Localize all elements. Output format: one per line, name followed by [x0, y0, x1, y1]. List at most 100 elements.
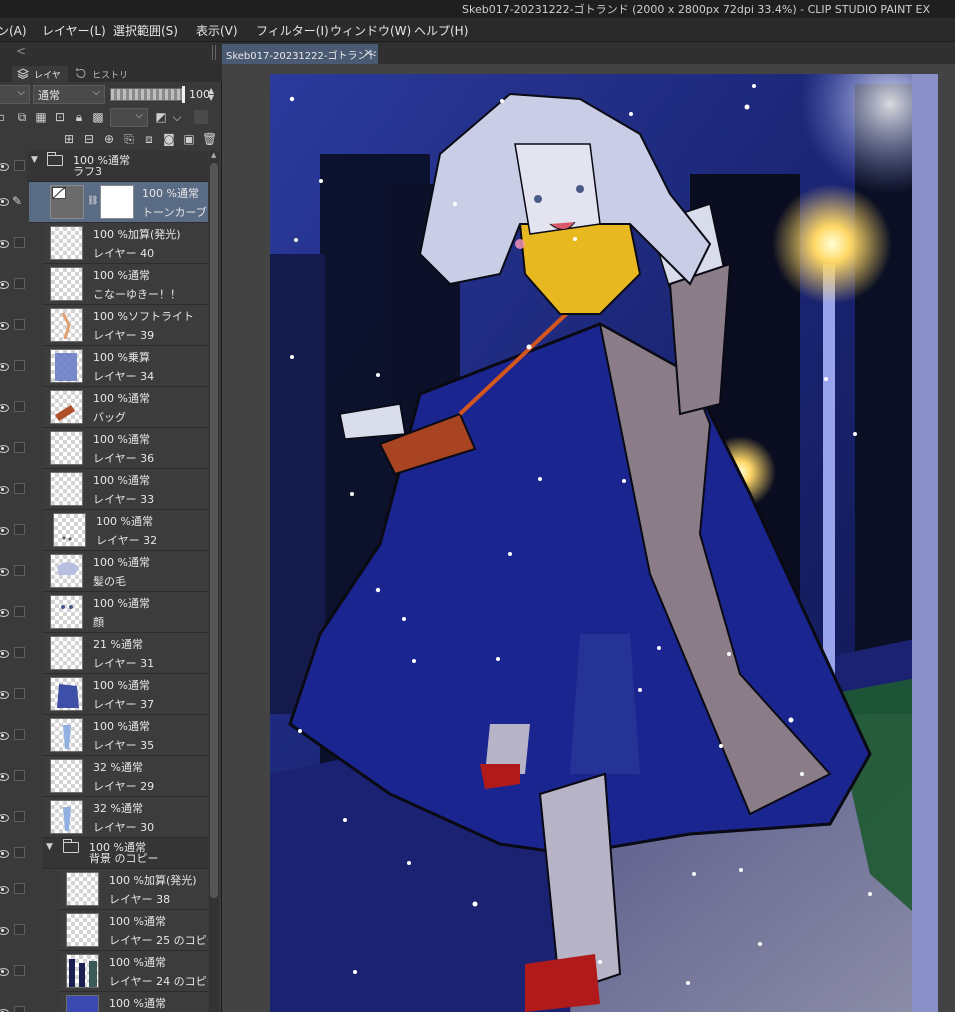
eye-icon[interactable]: [0, 402, 9, 412]
layer-row-content[interactable]: 100 %通常 レイヤー 24 のコピー: [59, 951, 208, 992]
folder-row[interactable]: ▼ 100 %通常 ラフ3: [0, 151, 208, 182]
layer-row-content[interactable]: 100 %通常 髪の毛: [43, 551, 208, 592]
new-folder-icon[interactable]: ⊕: [102, 132, 116, 146]
trash-icon[interactable]: 🗑︎: [202, 132, 217, 146]
layer-row[interactable]: 100 %乗算 レイヤー 34: [0, 346, 208, 387]
menu-filter[interactable]: フィルター(I): [256, 22, 329, 39]
lock-transparency-icon[interactable]: ▩: [91, 110, 105, 124]
layer-row-content[interactable]: 100 %通常 レイヤー 35: [43, 715, 208, 756]
folder-row-content[interactable]: ▼ 100 %通常 背景 のコピー: [43, 838, 208, 869]
layer-row-content[interactable]: 100 %通常 レイヤー 37: [43, 674, 208, 715]
layer-lock-checkbox[interactable]: [14, 965, 25, 976]
eye-icon[interactable]: [0, 648, 9, 658]
layer-row[interactable]: 100 %通常 髪の毛: [0, 551, 208, 592]
layer-row[interactable]: 100 %通常 レイヤー 33: [0, 469, 208, 510]
layer-row-content[interactable]: 100 %通常顔: [43, 592, 208, 633]
chevron-down-icon[interactable]: ▼: [31, 155, 38, 165]
eye-icon[interactable]: [0, 238, 9, 248]
layer-lock-checkbox[interactable]: [14, 278, 25, 289]
reference-layer-icon[interactable]: ⧉: [15, 110, 29, 124]
layer-row[interactable]: 100 %加算(発光) レイヤー 40: [0, 223, 208, 264]
menu-help[interactable]: ヘルプ(H): [414, 22, 468, 39]
layer-row[interactable]: 100 %通常 レイヤー 25 のコピー: [0, 910, 208, 951]
combine-layer-icon[interactable]: ⧈: [142, 132, 156, 146]
new-vector-layer-icon[interactable]: ⊟: [82, 132, 96, 146]
layer-lock-checkbox[interactable]: [14, 883, 25, 894]
layer-lock-checkbox[interactable]: [14, 1006, 25, 1012]
layer-lock-checkbox[interactable]: [14, 237, 25, 248]
eye-icon[interactable]: [0, 196, 9, 206]
layer-lock-checkbox[interactable]: [14, 442, 25, 453]
layer-lock-checkbox[interactable]: [14, 160, 25, 171]
transfer-down-icon[interactable]: ⎘: [122, 132, 136, 146]
layer-row-content[interactable]: 21 %通常 レイヤー 31: [43, 633, 208, 674]
scroll-up-icon[interactable]: ▲: [211, 151, 216, 159]
layer-row[interactable]: 100 %通常 レイヤー 24 のコピー: [0, 951, 208, 992]
lock-layer-icon[interactable]: ⊡: [53, 110, 67, 124]
folder-row-content[interactable]: ▼ 100 %通常 ラフ3: [27, 151, 208, 182]
eye-icon[interactable]: [0, 1007, 9, 1012]
close-tab-icon[interactable]: ×: [364, 46, 373, 59]
layer-lock-checkbox[interactable]: [14, 647, 25, 658]
chevron-down-icon[interactable]: ⌵: [170, 110, 184, 124]
eye-icon[interactable]: [0, 812, 9, 822]
clip-icon[interactable]: ▫: [0, 110, 8, 124]
layer-row-content[interactable]: 100 %乗算 レイヤー 34: [43, 346, 208, 387]
layer-lock-checkbox[interactable]: [14, 360, 25, 371]
document-tab[interactable]: Skeb017-20231222-ゴトランド ×: [222, 44, 378, 64]
eye-icon[interactable]: [0, 525, 9, 535]
layer-lock-checkbox[interactable]: [14, 401, 25, 412]
chevron-down-icon[interactable]: ▼: [46, 842, 53, 852]
menu-view[interactable]: 表示(V): [196, 22, 238, 39]
layer-row[interactable]: 32 %通常 レイヤー 29: [0, 756, 208, 797]
scrollbar-thumb[interactable]: [210, 163, 218, 898]
layer-row-content[interactable]: 100 %通常 こなーゆきー！！: [43, 264, 208, 305]
panel-grip-handle[interactable]: [212, 45, 216, 60]
layer-row[interactable]: 100 %通常 こなーゆきー！！: [0, 264, 208, 305]
layer-lock-checkbox[interactable]: [14, 688, 25, 699]
eye-icon[interactable]: [0, 689, 9, 699]
layer-color-icon[interactable]: ◩: [154, 110, 168, 124]
opacity-spinner[interactable]: ▲ ▼: [208, 87, 214, 102]
layer-list-scrollbar[interactable]: ▲: [209, 151, 219, 1012]
eye-icon[interactable]: [0, 607, 9, 617]
layer-lock-checkbox[interactable]: [14, 847, 25, 858]
layer-row[interactable]: 100 %加算(発光) レイヤー 38: [0, 869, 208, 910]
menu-selection[interactable]: 選択範囲(S): [113, 22, 178, 39]
layer-row[interactable]: 100 %通常 バッグ: [0, 387, 208, 428]
layer-lock-checkbox[interactable]: [14, 606, 25, 617]
collapse-panel-button[interactable]: <: [16, 44, 26, 58]
layer-row[interactable]: 100 %通常 レイヤー 32: [0, 510, 208, 551]
layer-row[interactable]: 100 %通常: [0, 992, 208, 1012]
layer-row[interactable]: 100 %通常 レイヤー 37: [0, 674, 208, 715]
lock-icon[interactable]: 🔒︎: [72, 110, 86, 124]
layer-row[interactable]: 100 %通常顔: [0, 592, 208, 633]
create-mask-icon[interactable]: ◙: [162, 132, 176, 146]
eye-icon[interactable]: [0, 966, 9, 976]
layer-row-content[interactable]: 100 %通常 レイヤー 32: [43, 510, 208, 551]
layer-lock-checkbox[interactable]: [14, 524, 25, 535]
menu-layer[interactable]: レイヤー(L): [42, 22, 106, 39]
eye-icon[interactable]: [0, 320, 9, 330]
layer-lock-checkbox[interactable]: [14, 770, 25, 781]
tab-history[interactable]: ヒストリー: [70, 66, 136, 94]
layer-row[interactable]: 21 %通常 レイヤー 31: [0, 633, 208, 674]
layer-lock-checkbox[interactable]: [14, 811, 25, 822]
opacity-value[interactable]: 100: [189, 88, 210, 101]
layer-lock-checkbox[interactable]: [14, 729, 25, 740]
layer-row-content[interactable]: 100 %通常 レイヤー 33: [43, 469, 208, 510]
layer-row-content[interactable]: 32 %通常 レイヤー 30: [43, 797, 208, 838]
layer-lock-checkbox[interactable]: [14, 565, 25, 576]
layer-lock-checkbox[interactable]: [14, 319, 25, 330]
eye-icon[interactable]: [0, 361, 9, 371]
new-raster-layer-icon[interactable]: ⊞: [62, 132, 76, 146]
mask-dropdown[interactable]: ⌵: [110, 108, 148, 127]
menu-animation[interactable]: ン(A): [0, 22, 27, 39]
eye-icon[interactable]: [0, 848, 9, 858]
opacity-slider[interactable]: [110, 86, 185, 103]
eye-icon[interactable]: [0, 161, 9, 171]
layer-row-content[interactable]: 100 %ソフトライト レイヤー 39: [43, 305, 208, 346]
opacity-slider-handle[interactable]: [182, 86, 185, 103]
layer-property-dropdown[interactable]: ⌵: [0, 85, 30, 104]
layer-row-content[interactable]: 100 %通常: [59, 992, 208, 1012]
